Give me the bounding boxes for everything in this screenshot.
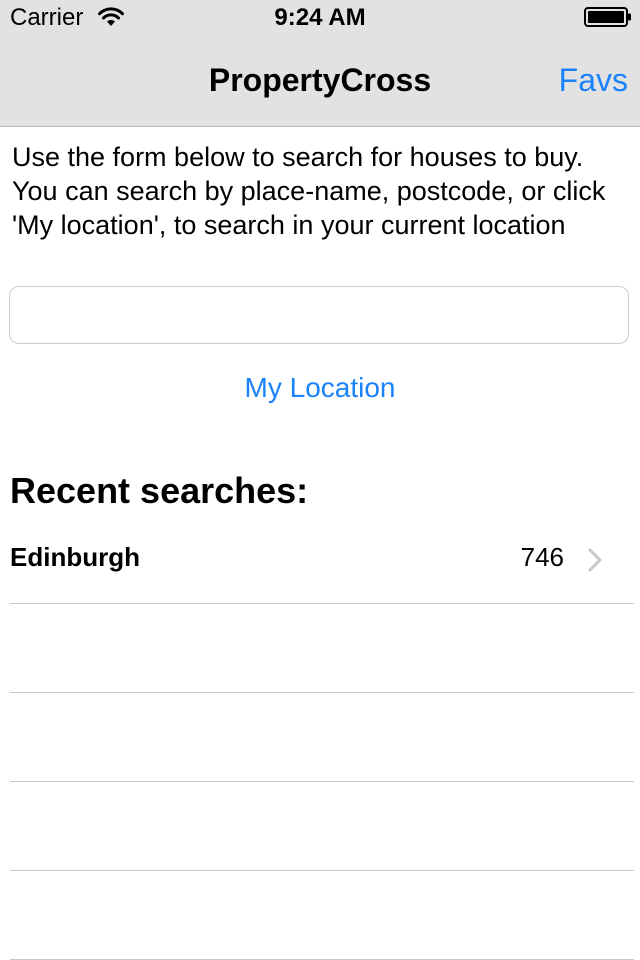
empty-list-row [10,693,634,782]
recent-search-place: Edinburgh [10,542,140,572]
recent-search-count: 746 [520,542,564,572]
recent-search-item[interactable]: Edinburgh 746 [10,516,634,604]
top-chrome: Carrier 9:24 AM PropertyCross Favs [0,0,640,127]
my-location-button[interactable]: My Location [0,372,640,404]
search-input[interactable] [9,286,629,344]
battery-icon [584,7,631,27]
intro-text: Use the form below to search for houses … [12,142,606,240]
page-title: PropertyCross [208,62,432,98]
chevron-right-icon [588,548,602,572]
favs-button[interactable]: Favs [559,62,628,99]
empty-list-row [10,782,634,871]
status-bar: Carrier 9:24 AM [0,0,640,36]
recent-searches-list: Edinburgh 746 [0,516,640,960]
navigation-bar: PropertyCross Favs [0,40,640,126]
empty-list-row [10,871,634,960]
status-time: 9:24 AM [274,4,366,31]
recent-searches-heading: Recent searches: [10,470,309,511]
empty-list-row [10,604,634,693]
